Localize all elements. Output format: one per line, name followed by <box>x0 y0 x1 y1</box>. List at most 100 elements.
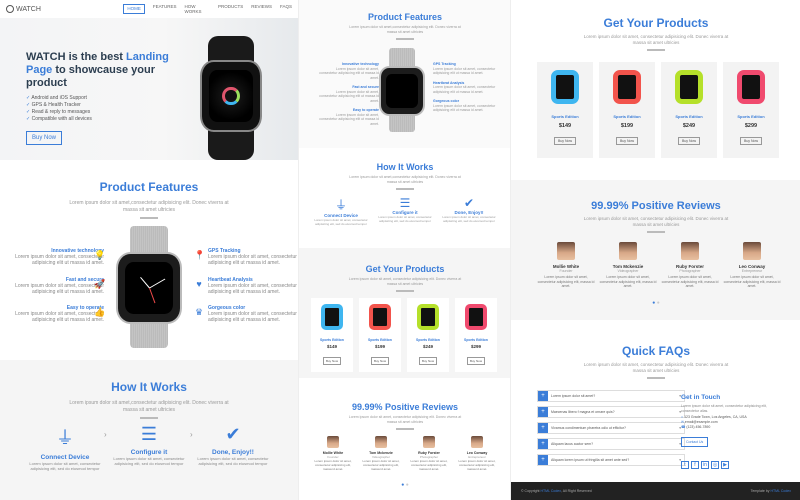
feature-desc: Lorem ipsum dolor sit amet, consectetur … <box>319 66 379 80</box>
logo[interactable]: WATCH <box>6 5 123 13</box>
nav-link-reviews[interactable]: REVIEWS <box>251 4 272 14</box>
buy-now-button[interactable]: Buy Now <box>26 131 63 145</box>
step-connect: ⏚ Connect Device Lorem ipsum dolor sit a… <box>311 196 371 226</box>
product-name: Sports Edition <box>464 338 488 342</box>
product-card[interactable]: Sports Edition $299 Buy Now <box>455 298 497 372</box>
feature-innovative: Innovative technology Lorem ipsum dolor … <box>14 248 104 266</box>
product-card[interactable]: Sports Edition $249 Buy Now <box>407 298 449 372</box>
column-2: Product Features Lorem ipsum dolor sit a… <box>298 0 510 500</box>
crown-icon: ♛ <box>194 307 204 317</box>
features-left-list: Innovative technology Lorem ipsum dolor … <box>317 62 379 126</box>
avatar <box>327 436 339 448</box>
product-card[interactable]: Sports Edition $249 Buy Now <box>661 62 717 158</box>
buy-now-button[interactable]: Buy Now <box>466 357 485 365</box>
carousel-dots[interactable]: ● ● <box>511 300 800 306</box>
hour-hand <box>139 276 150 289</box>
buy-now-button[interactable]: Buy Now <box>739 137 762 145</box>
contact-phone[interactable]: ☎ (123) 456-7890 <box>681 425 781 430</box>
watch-thumbnail <box>613 70 641 104</box>
review-card: Leo Conway Entrepreneur Lorem ipsum dolo… <box>455 436 499 471</box>
buy-now-button[interactable]: Buy Now <box>322 357 341 365</box>
nav-link-faqs[interactable]: FAQS <box>280 4 292 14</box>
nav-link-how-works[interactable]: HOW WORKS <box>185 4 210 14</box>
envelope-icon: ✉ <box>681 420 684 424</box>
product-card[interactable]: Sports Edition $299 Buy Now <box>723 62 779 158</box>
features-right-list: GPS Tracking Lorem ipsum dolor sit amet,… <box>433 62 497 113</box>
avatar <box>557 242 575 260</box>
step-connect: ⏚ Connect Device Lorem ipsum dolor sit a… <box>25 424 105 471</box>
youtube-icon[interactable]: ▶ <box>721 461 729 469</box>
activity-rings <box>222 86 240 106</box>
product-card[interactable]: Sports Edition $149 Buy Now <box>311 298 353 372</box>
feature-desc: Lorem ipsum dolor sit amet, consectetur … <box>15 254 104 266</box>
nav-links: HOME FEATURES HOW WORKS PRODUCTS REVIEWS… <box>123 4 292 14</box>
designer-link[interactable]: HTML Codex <box>771 489 792 493</box>
linkedin-icon[interactable]: in <box>701 461 709 469</box>
nav-link-features[interactable]: FEATURES <box>153 4 177 14</box>
review-card: Leo Conway Entrepreneur Lorem ipsum dolo… <box>723 242 781 289</box>
faq-item[interactable]: + Aliquam lacus auctor sem? ▾ <box>537 438 685 450</box>
section-divider <box>396 290 414 292</box>
feature-desc: Lorem ipsum dolor sit amet, consectetur … <box>15 311 104 323</box>
carousel-dot[interactable]: ● <box>652 300 655 306</box>
review-text: Lorem ipsum dolor sit amet, consectetur … <box>362 459 400 471</box>
review-text: Lorem ipsum dolor sit amet, consectetur … <box>458 459 496 471</box>
twitter-icon[interactable]: t <box>681 461 689 469</box>
product-price: $149 <box>326 344 337 349</box>
watch-dial <box>208 70 254 122</box>
thumbs-up-icon: 👍 <box>94 307 106 317</box>
faq-item[interactable]: + Maecenas libero f magna et ornare quis?… <box>537 406 685 418</box>
carousel-dot[interactable]: ● <box>401 482 404 488</box>
step-desc: Lorem ipsum dolor sit amet, consectetur … <box>378 215 432 223</box>
chevron-right-icon: › <box>104 430 107 439</box>
feature-desc: Lorem ipsum dolor sit amet, consectetur … <box>15 283 104 295</box>
carousel-dot[interactable]: ● <box>657 300 660 306</box>
instagram-icon[interactable]: ◎ <box>711 461 719 469</box>
footer-brand-link[interactable]: HTML Codex <box>541 489 562 493</box>
step-desc: Lorem ipsum dolor sit amet, consectetur … <box>314 218 368 226</box>
faq-item[interactable]: + Aliquam lorem ipsum ut fringilla sit am… <box>537 454 685 466</box>
watch-dial <box>125 262 173 314</box>
products-title: Get Your Products <box>603 16 709 30</box>
avatar <box>743 242 761 260</box>
faq-item[interactable]: + Vivamus condimentum pharetra odio ut ef… <box>537 422 685 434</box>
product-price: $149 <box>558 123 572 129</box>
faq-item[interactable]: + Lorem ipsum dolor sit amet? ▾ <box>537 390 685 402</box>
review-text: Lorem ipsum dolor sit amet, consectetur … <box>537 275 595 288</box>
faq-title: Quick FAQs <box>621 344 691 358</box>
faq-question: Lorem ipsum dolor sit amet? <box>551 394 596 398</box>
buy-now-button[interactable]: Buy Now <box>615 137 638 145</box>
product-price: $249 <box>682 123 696 129</box>
sliders-icon: ☰ <box>140 424 158 444</box>
product-price: $199 <box>620 123 634 129</box>
buy-now-button[interactable]: Buy Now <box>418 357 437 365</box>
reviews-subtitle: Lorem ipsum dolor sit amet, consectetur … <box>348 415 462 424</box>
watch-thumbnail <box>465 304 487 330</box>
contact-details: ⌂ 123 Grade Town, Los Angeles, CA, USA ✉… <box>681 415 781 430</box>
watch-case <box>116 252 182 324</box>
products-subtitle: Lorem ipsum dolor sit amet, consectetur … <box>583 34 729 45</box>
features-watch-image <box>116 226 182 348</box>
product-card[interactable]: Sports Edition $199 Buy Now <box>599 62 655 158</box>
watch-dial <box>386 73 418 109</box>
nav-link-home[interactable]: HOME <box>123 4 145 14</box>
step-desc: Lorem ipsum dolor sit amet, consectetur … <box>197 456 269 466</box>
page-canvas: WATCH HOME FEATURES HOW WORKS PRODUCTS R… <box>0 0 800 500</box>
facebook-icon[interactable]: f <box>691 461 699 469</box>
faq-question: Aliquam lacus auctor sem? <box>551 442 594 446</box>
products-title: Get Your Products <box>365 264 445 274</box>
bulb-icon: 💡 <box>94 250 106 260</box>
product-card[interactable]: Sports Edition $149 Buy Now <box>537 62 593 158</box>
plus-icon: + <box>538 439 548 449</box>
how-title: How It Works <box>376 162 434 172</box>
features-section-small: Product Features Lorem ipsum dolor sit a… <box>299 0 510 148</box>
contact-us-button[interactable]: Contact Us <box>681 437 709 447</box>
product-card[interactable]: Sports Edition $199 Buy Now <box>359 298 401 372</box>
carousel-dots[interactable]: ● ● <box>299 482 510 488</box>
buy-now-button[interactable]: Buy Now <box>553 137 576 145</box>
carousel-dot[interactable]: ● <box>406 482 409 488</box>
buy-now-button[interactable]: Buy Now <box>370 357 389 365</box>
hero-title-pre: WATCH is the best <box>26 51 127 63</box>
nav-link-products[interactable]: PRODUCTS <box>218 4 243 14</box>
buy-now-button[interactable]: Buy Now <box>677 137 700 145</box>
